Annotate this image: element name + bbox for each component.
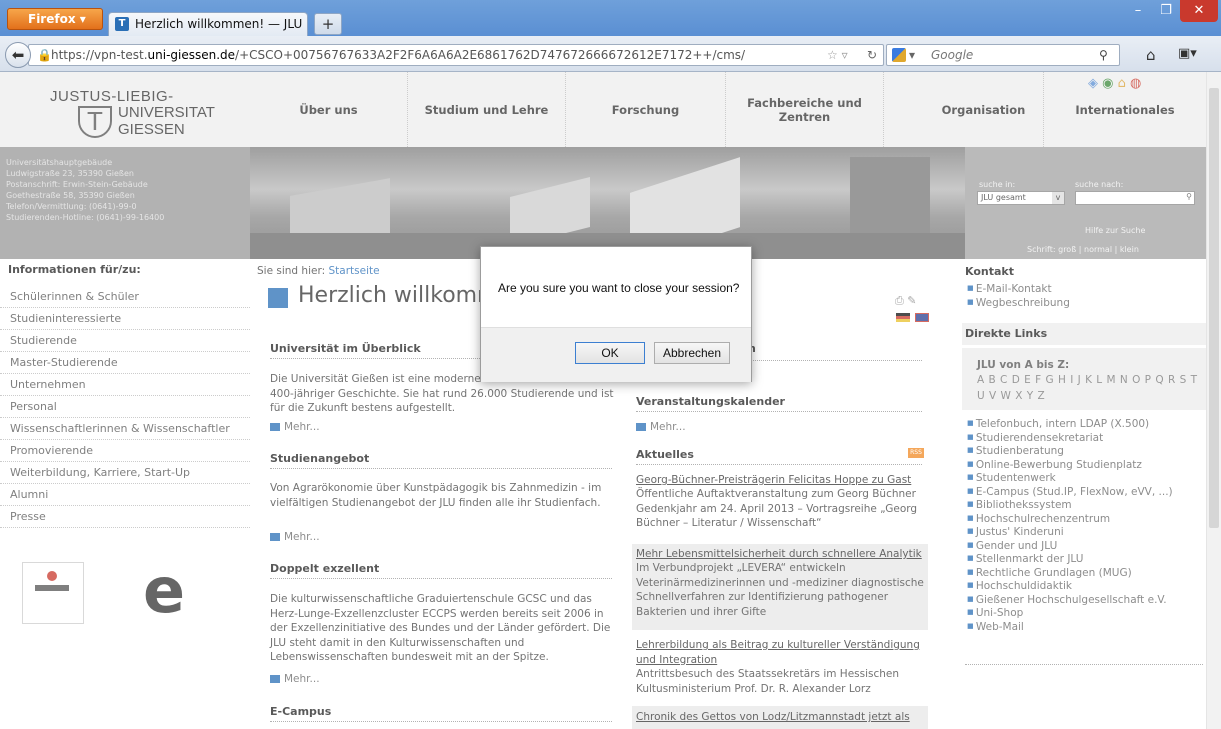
minimize-icon[interactable]: – [1124,0,1152,22]
browser-titlebar: Firefox ▾ T Herzlich willkommen! — JLU +… [0,0,1221,36]
lock-icon: 🔒 [37,48,52,62]
cancel-button[interactable]: Abbrechen [654,342,730,364]
maximize-icon[interactable]: ❐ [1152,0,1180,22]
dialog-footer: OK Abbrechen [481,327,751,382]
url-bar[interactable]: 🔒 https://vpn-test.uni-giessen.de/+CSCO+0… [28,44,884,66]
home-icon[interactable]: ⌂ [1146,46,1156,64]
browser-tab[interactable]: T Herzlich willkommen! — JLU [108,12,308,36]
google-icon [892,48,906,62]
new-tab-button[interactable]: + [314,13,342,35]
search-go-icon[interactable]: ⚲ [1099,45,1108,65]
confirm-dialog: Are you sure you want to close your sess… [480,246,752,382]
ok-button[interactable]: OK [575,342,645,364]
tab-title: Herzlich willkommen! — JLU [135,17,303,31]
firefox-menu-button[interactable]: Firefox ▾ [7,8,103,30]
bookmark-star-icon[interactable]: ☆ ▿ [827,45,848,65]
reload-icon[interactable]: ↻ [867,45,877,65]
back-button[interactable]: ⬅ [5,42,31,68]
downloads-menu-icon[interactable]: ▣▾ [1178,46,1197,61]
dialog-message: Are you sure you want to close your sess… [498,281,740,295]
close-window-icon[interactable]: ✕ [1180,0,1218,22]
navigation-toolbar: 🔒 https://vpn-test.uni-giessen.de/+CSCO+0… [0,36,1221,72]
tab-favicon-icon: T [115,17,129,31]
search-bar[interactable]: ▾ Google ⚲ [886,44,1120,66]
modal-overlay [0,72,1221,729]
